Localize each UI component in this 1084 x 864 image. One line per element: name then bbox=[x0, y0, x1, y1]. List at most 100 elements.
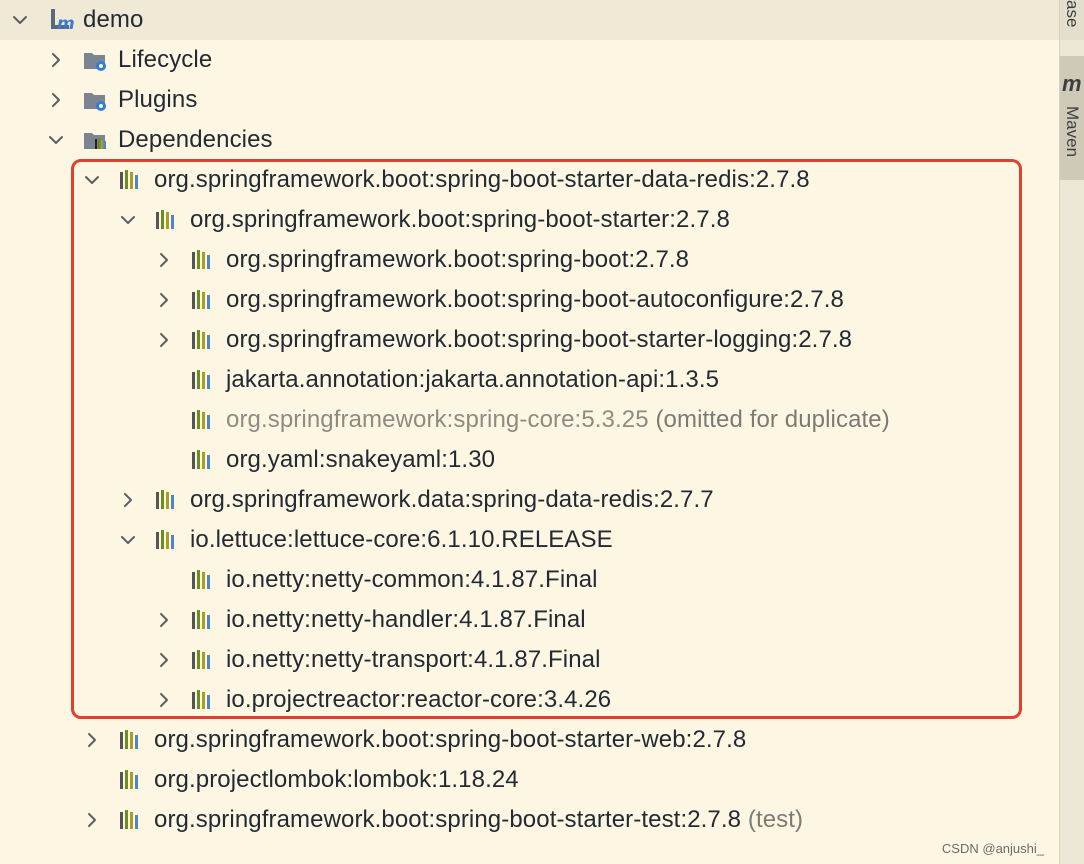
tree-row[interactable]: Dependencies bbox=[0, 120, 1060, 160]
maven-module-icon: m bbox=[48, 7, 75, 34]
artifact-name: Lifecycle bbox=[118, 46, 213, 73]
tree-row[interactable]: Lifecycle bbox=[0, 40, 1060, 80]
tree-row[interactable]: org.springframework.boot:spring-boot-sta… bbox=[0, 720, 1060, 760]
library-icon bbox=[118, 167, 144, 193]
library-icon bbox=[190, 247, 216, 273]
maven-dependency-tree: m demo Lifecycle Plugins Dependencies org.spr… bbox=[0, 0, 1060, 864]
library-icon bbox=[154, 527, 180, 553]
chevron-right-icon[interactable] bbox=[154, 250, 174, 270]
tree-row[interactable]: org.yaml:snakeyaml:1.30 bbox=[0, 440, 1060, 480]
tree-row-label: Lifecycle bbox=[118, 40, 212, 80]
artifact-name: org.springframework.boot:spring-boot-sta… bbox=[154, 166, 810, 193]
artifact-name: io.projectreactor:reactor-core:3.4.26 bbox=[226, 686, 612, 713]
tree-row[interactable]: org.springframework.boot:spring-boot:2.7… bbox=[0, 240, 1060, 280]
tree-row-label: Plugins bbox=[118, 80, 197, 120]
library-icon bbox=[154, 207, 180, 233]
chevron-down-icon[interactable] bbox=[118, 530, 138, 550]
tree-row[interactable]: org.springframework.boot:spring-boot-aut… bbox=[0, 280, 1060, 320]
maven-tool-tab[interactable]: m Maven bbox=[1060, 56, 1084, 180]
artifact-name: org.springframework.boot:spring-boot-sta… bbox=[154, 726, 747, 753]
library-icon bbox=[190, 687, 216, 713]
maven-icon: m bbox=[1062, 71, 1082, 96]
tree-row-label: io.netty:netty-handler:4.1.87.Final bbox=[226, 600, 586, 640]
tree-row[interactable]: org.springframework.boot:spring-boot-sta… bbox=[0, 800, 1060, 840]
right-tool-strip: ase m Maven bbox=[1059, 0, 1084, 864]
tree-row[interactable]: org.springframework.boot:spring-boot-sta… bbox=[0, 200, 1060, 240]
chevron-down-icon[interactable] bbox=[118, 210, 138, 230]
chevron-right-icon[interactable] bbox=[154, 330, 174, 350]
chevron-right-icon[interactable] bbox=[154, 650, 174, 670]
tree-row[interactable]: org.springframework.data:spring-data-red… bbox=[0, 480, 1060, 520]
artifact-name: org.springframework.boot:spring-boot-aut… bbox=[226, 286, 844, 313]
artifact-name: Dependencies bbox=[118, 126, 273, 153]
chevron-right-icon[interactable] bbox=[154, 610, 174, 630]
tree-row[interactable]: org.springframework:spring-core:5.3.25 (… bbox=[0, 400, 1060, 440]
tree-row[interactable]: io.lettuce:lettuce-core:6.1.10.RELEASE bbox=[0, 520, 1060, 560]
library-icon bbox=[118, 727, 144, 753]
artifact-name: org.springframework.boot:spring-boot:2.7… bbox=[226, 246, 690, 273]
library-icon bbox=[118, 767, 144, 793]
tree-row-label: io.netty:netty-transport:4.1.87.Final bbox=[226, 640, 601, 680]
tree-row-label: org.springframework:spring-core:5.3.25 (… bbox=[226, 400, 890, 440]
tree-row[interactable]: io.netty:netty-transport:4.1.87.Final bbox=[0, 640, 1060, 680]
artifact-name: io.netty:netty-common:4.1.87.Final bbox=[226, 566, 598, 593]
chevron-right-icon[interactable] bbox=[118, 490, 138, 510]
tree-row[interactable]: org.springframework.boot:spring-boot-sta… bbox=[0, 320, 1060, 360]
library-icon bbox=[190, 607, 216, 633]
chevron-down-icon[interactable] bbox=[82, 170, 102, 190]
folder-library-icon bbox=[82, 127, 108, 153]
database-tab-label: ase bbox=[1063, 0, 1082, 28]
tree-row-label: org.springframework.boot:spring-boot:2.7… bbox=[226, 240, 689, 280]
tree-row-label: org.springframework.boot:spring-boot-sta… bbox=[154, 720, 746, 760]
library-icon bbox=[154, 487, 180, 513]
tree-row[interactable]: io.netty:netty-handler:4.1.87.Final bbox=[0, 600, 1060, 640]
tree-row-label: org.projectlombok:lombok:1.18.24 bbox=[154, 760, 519, 800]
folder-gear-icon bbox=[82, 47, 108, 73]
library-icon bbox=[190, 567, 216, 593]
tree-row-label: org.springframework.boot:spring-boot-aut… bbox=[226, 280, 844, 320]
chevron-down-icon[interactable] bbox=[10, 10, 30, 30]
tree-row-label: Dependencies bbox=[118, 120, 273, 160]
tree-row[interactable]: org.springframework.boot:spring-boot-sta… bbox=[0, 160, 1060, 200]
library-icon bbox=[118, 807, 144, 833]
tree-root-row[interactable]: m demo bbox=[0, 0, 1060, 40]
library-icon bbox=[190, 407, 216, 433]
artifact-name: Plugins bbox=[118, 86, 198, 113]
tree-row-label: org.springframework.boot:spring-boot-sta… bbox=[154, 160, 810, 200]
artifact-name: org.springframework.data:spring-data-red… bbox=[190, 486, 714, 513]
chevron-right-icon[interactable] bbox=[82, 810, 102, 830]
chevron-right-icon[interactable] bbox=[46, 50, 66, 70]
artifact-name: io.netty:netty-transport:4.1.87.Final bbox=[226, 646, 601, 673]
tree-row[interactable]: org.projectlombok:lombok:1.18.24 bbox=[0, 760, 1060, 800]
tree-row-label: demo bbox=[83, 0, 143, 40]
tree-row-label: org.yaml:snakeyaml:1.30 bbox=[226, 440, 495, 480]
chevron-right-icon[interactable] bbox=[46, 90, 66, 110]
artifact-name: org.yaml:snakeyaml:1.30 bbox=[226, 446, 496, 473]
chevron-down-icon[interactable] bbox=[46, 130, 66, 150]
chevron-right-icon[interactable] bbox=[154, 690, 174, 710]
tree-row[interactable]: io.projectreactor:reactor-core:3.4.26 bbox=[0, 680, 1060, 720]
tree-row[interactable]: jakarta.annotation:jakarta.annotation-ap… bbox=[0, 360, 1060, 400]
artifact-name: io.netty:netty-handler:4.1.87.Final bbox=[226, 606, 586, 633]
artifact-name: org.springframework.boot:spring-boot-sta… bbox=[190, 206, 730, 233]
artifact-name: jakarta.annotation:jakarta.annotation-ap… bbox=[226, 366, 720, 393]
artifact-scope-note: (test) bbox=[747, 806, 804, 833]
tree-row-label: org.springframework.boot:spring-boot-sta… bbox=[154, 800, 803, 840]
maven-tab-label: Maven bbox=[1063, 106, 1082, 158]
folder-gear-icon bbox=[82, 87, 108, 113]
tree-row[interactable]: io.netty:netty-common:4.1.87.Final bbox=[0, 560, 1060, 600]
tree-row-label: org.springframework.data:spring-data-red… bbox=[190, 480, 714, 520]
tree-row-label: io.lettuce:lettuce-core:6.1.10.RELEASE bbox=[190, 520, 613, 560]
artifact-name: demo bbox=[83, 6, 144, 33]
tree-row[interactable]: Plugins bbox=[0, 80, 1060, 120]
artifact-name: org.projectlombok:lombok:1.18.24 bbox=[154, 766, 519, 793]
library-icon bbox=[190, 447, 216, 473]
tree-row-label: io.projectreactor:reactor-core:3.4.26 bbox=[226, 680, 611, 720]
library-icon bbox=[190, 327, 216, 353]
artifact-scope-note: (omitted for duplicate) bbox=[655, 406, 890, 433]
tree-row-label: jakarta.annotation:jakarta.annotation-ap… bbox=[226, 360, 719, 400]
chevron-right-icon[interactable] bbox=[154, 290, 174, 310]
library-icon bbox=[190, 367, 216, 393]
database-tool-tab[interactable]: ase bbox=[1060, 0, 1084, 40]
chevron-right-icon[interactable] bbox=[82, 730, 102, 750]
